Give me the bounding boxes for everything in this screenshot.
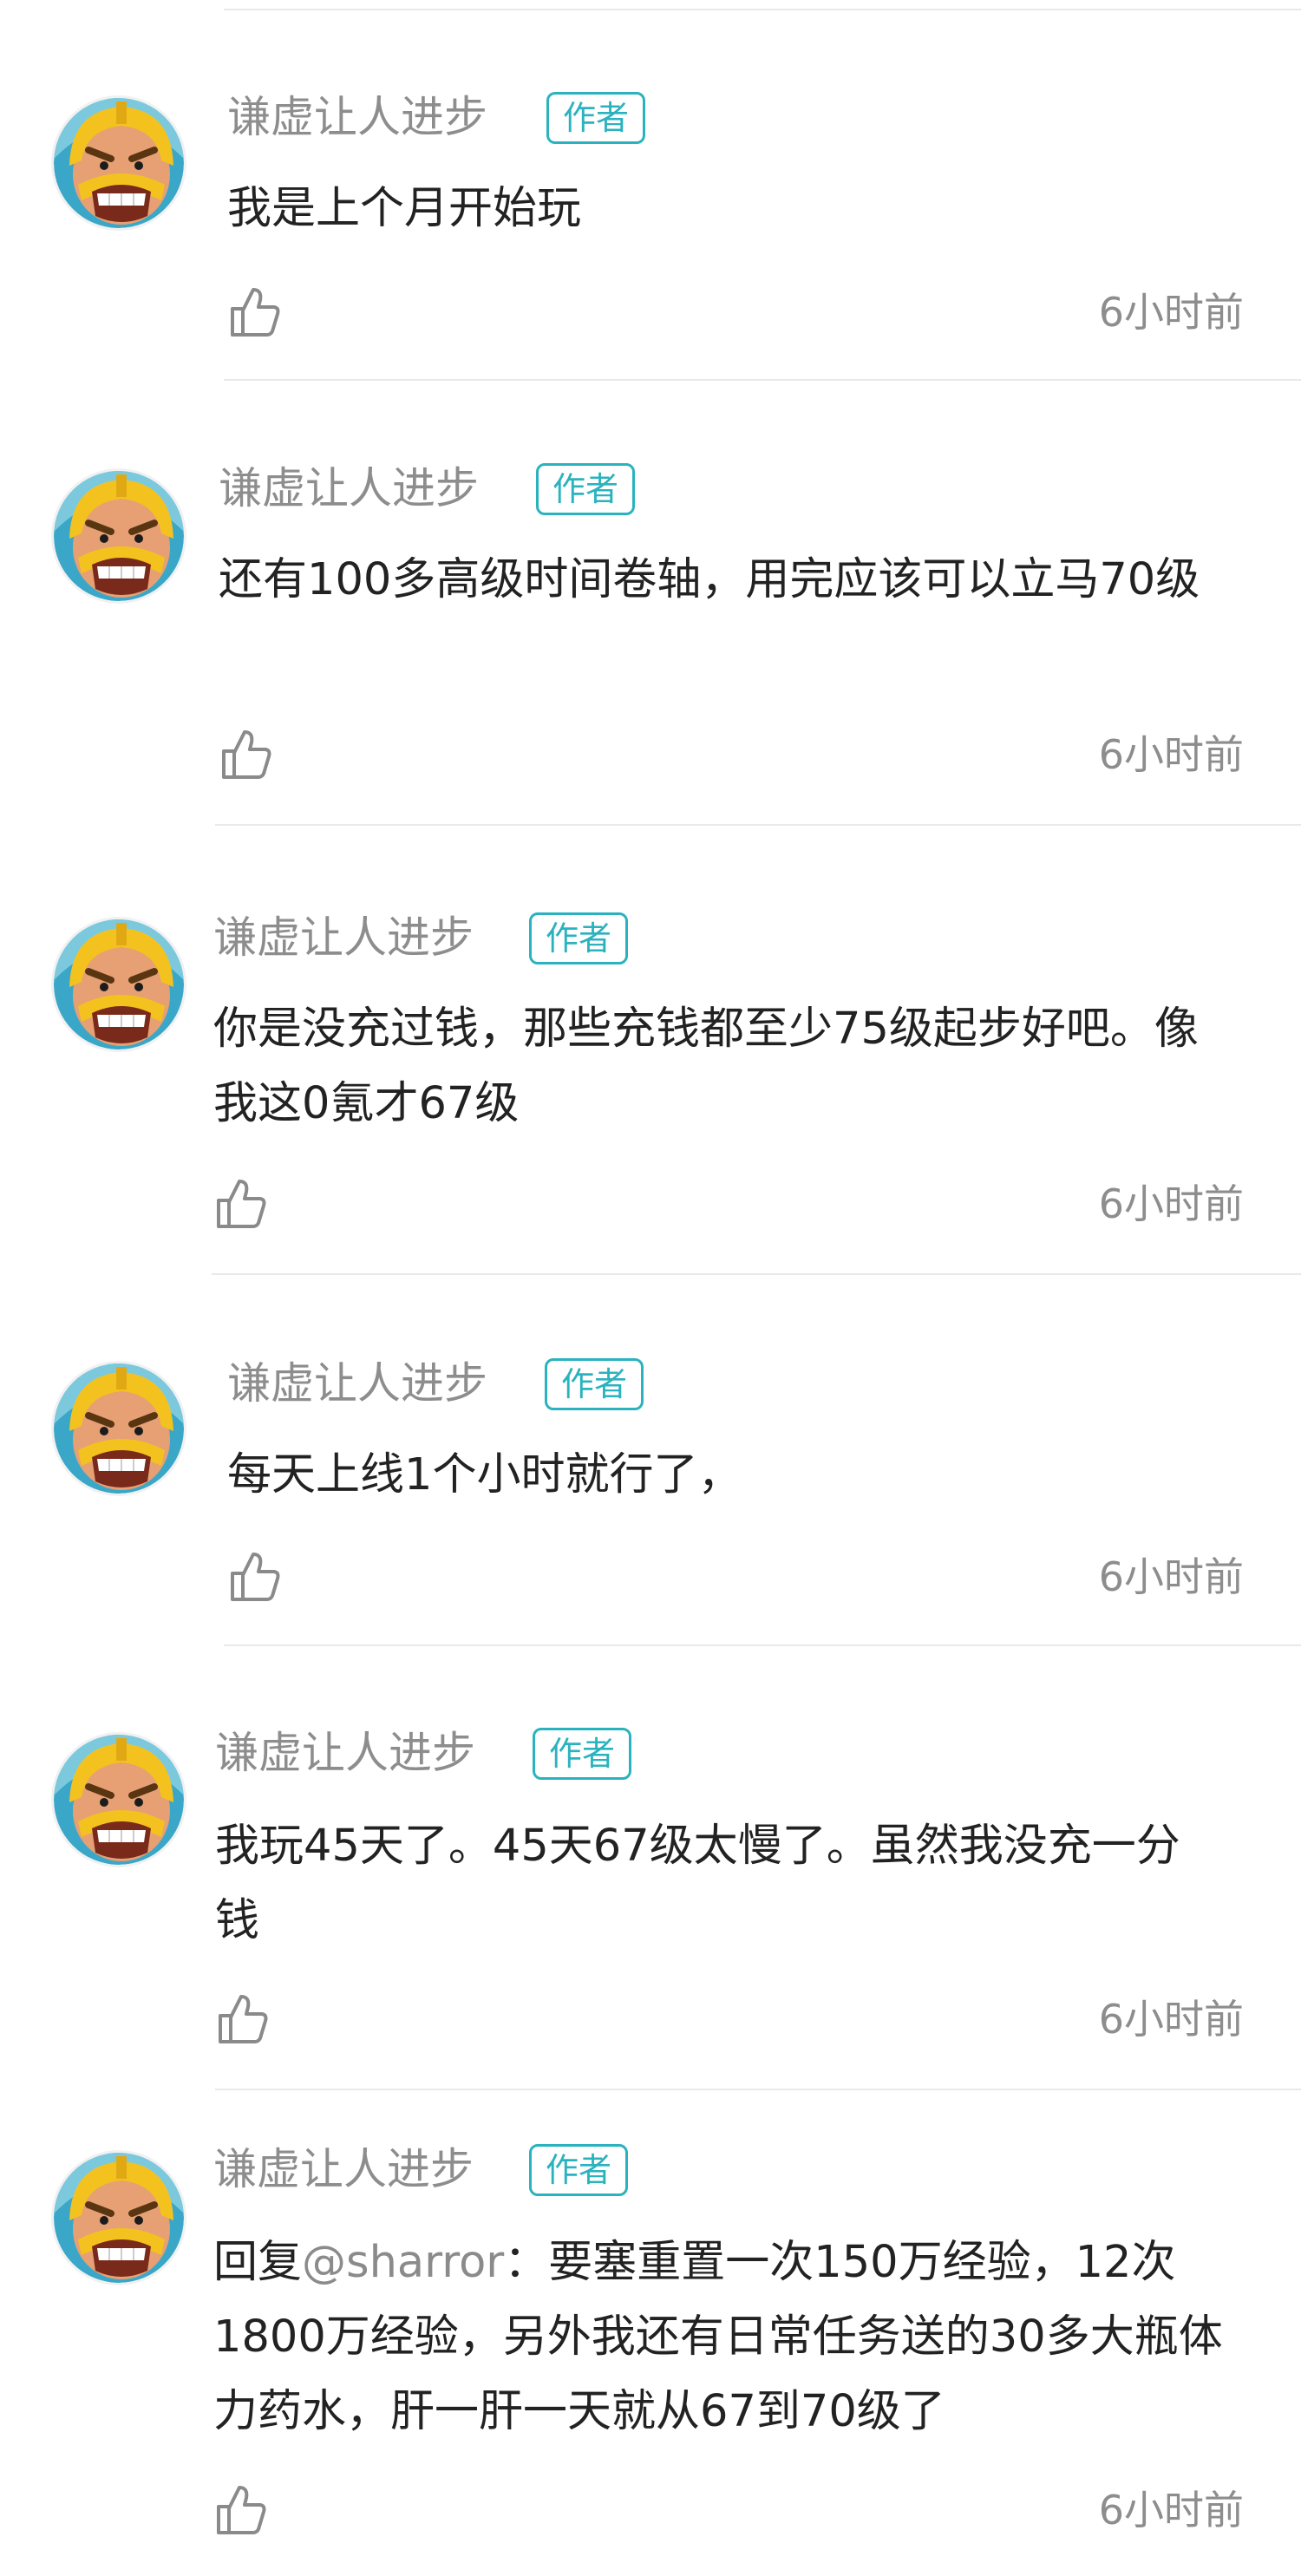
like-button[interactable] — [215, 1991, 271, 2047]
divider — [224, 379, 1301, 381]
barbarian-avatar-icon — [54, 98, 184, 228]
author-badge: 作者 — [536, 463, 636, 515]
comment-time: 6小时前 — [1098, 1180, 1244, 1227]
comment-text: 回复@sharror：要塞重置一次150万经验，12次1800万经验，另外我还有… — [213, 2226, 1254, 2449]
divider — [215, 2089, 1301, 2090]
barbarian-avatar-icon — [54, 471, 184, 601]
thumbs-up-icon — [231, 1553, 280, 1601]
barbarian-avatar-icon — [54, 2153, 184, 2283]
comment-text: 我玩45天了。45天67级太慢了。虽然我没充一分钱 — [215, 1821, 1180, 1946]
avatar[interactable] — [54, 471, 184, 601]
divider — [224, 1644, 1301, 1646]
like-button[interactable] — [227, 284, 283, 340]
comment-time: 6小时前 — [1098, 2487, 1244, 2534]
like-button[interactable] — [213, 2482, 269, 2538]
comment-text: 你是没充过钱，那些充钱都至少75级起步好吧。像我这0氪才67级 — [213, 1004, 1199, 1129]
comment-text: 每天上线1个小时就行了， — [227, 1449, 742, 1500]
thumbs-up-icon — [217, 2486, 266, 2534]
like-button[interactable] — [227, 1549, 283, 1605]
author-badge: 作者 — [529, 912, 629, 964]
comment-username[interactable]: 谦虚让人进步 — [213, 909, 474, 966]
barbarian-avatar-icon — [54, 1735, 184, 1865]
comment-time: 6小时前 — [1098, 1553, 1244, 1600]
author-badge: 作者 — [545, 1358, 644, 1410]
comment-username[interactable]: 谦虚让人进步 — [213, 2141, 474, 2198]
thumbs-up-icon — [219, 1995, 268, 2043]
divider — [215, 824, 1301, 826]
thumbs-up-icon — [231, 288, 280, 337]
barbarian-avatar-icon — [54, 919, 184, 1049]
like-button[interactable] — [219, 727, 274, 782]
comment-text: 我是上个月开始玩 — [227, 183, 582, 234]
author-badge: 作者 — [533, 1728, 632, 1780]
avatar[interactable] — [54, 1735, 184, 1865]
author-badge: 作者 — [529, 2144, 629, 2196]
reply-prefix: 回复 — [213, 2237, 303, 2288]
like-button[interactable] — [213, 1176, 269, 1232]
barbarian-avatar-icon — [54, 1363, 184, 1494]
thumbs-up-icon — [222, 730, 271, 779]
comment-username[interactable]: 谦虚让人进步 — [227, 88, 487, 146]
author-badge: 作者 — [546, 92, 646, 144]
avatar[interactable] — [54, 1363, 184, 1494]
comment-username[interactable]: 谦虚让人进步 — [227, 1355, 487, 1412]
comment-text: 还有100多高级时间卷轴，用完应该可以立马70级 — [219, 554, 1200, 605]
avatar[interactable] — [54, 98, 184, 228]
divider — [212, 1273, 1301, 1275]
avatar[interactable] — [54, 2153, 184, 2283]
comment-username[interactable]: 谦虚让人进步 — [219, 460, 479, 517]
thumbs-up-icon — [217, 1180, 266, 1228]
comment-username[interactable]: 谦虚让人进步 — [215, 1724, 475, 1782]
mention-link[interactable]: @sharror — [302, 2237, 504, 2288]
comment-time: 6小时前 — [1098, 289, 1244, 336]
divider — [224, 9, 1301, 10]
comment-time: 6小时前 — [1098, 1996, 1244, 2043]
avatar[interactable] — [54, 919, 184, 1049]
comment-time: 6小时前 — [1098, 731, 1244, 778]
